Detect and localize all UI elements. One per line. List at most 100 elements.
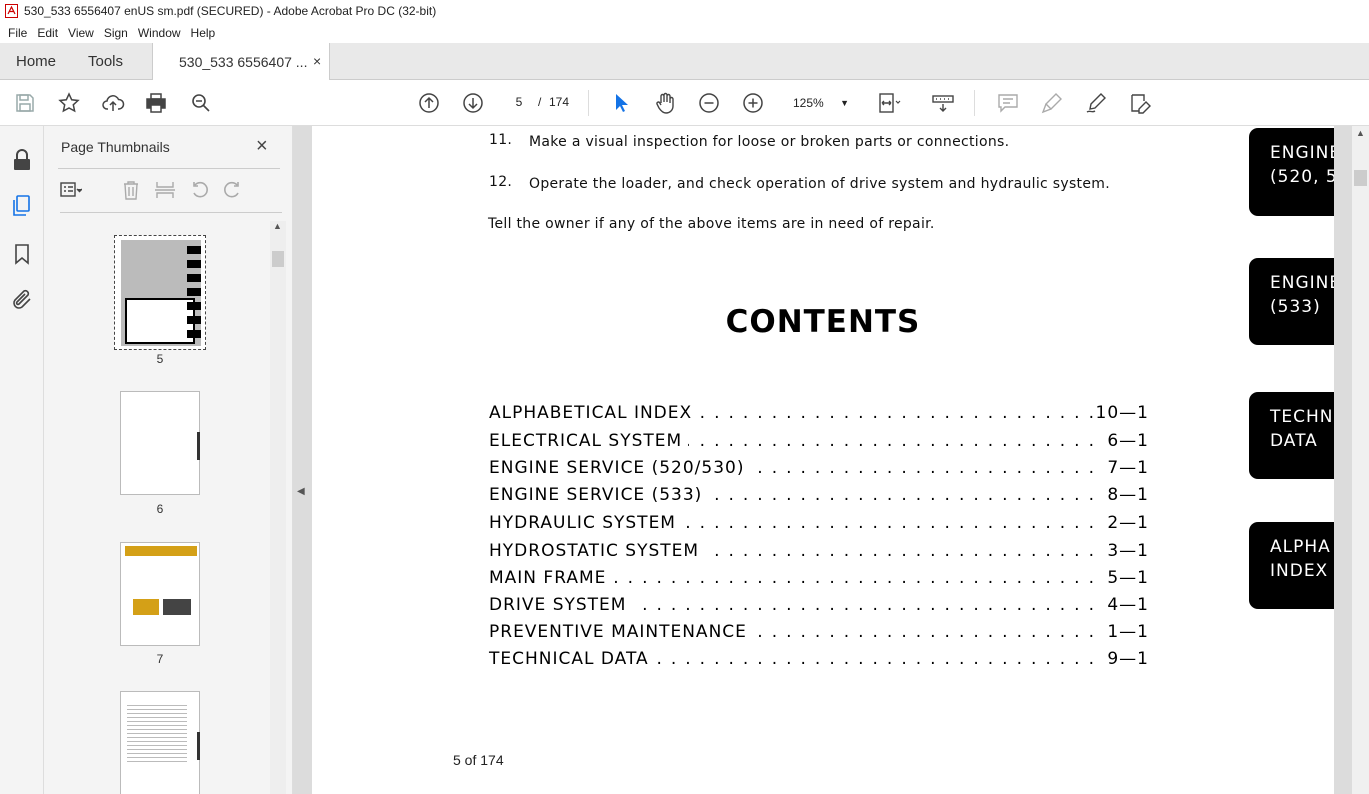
toc-row[interactable]: MAIN FRAME..............................… [489,568,1149,590]
thumbnails-panel: Page Thumbnails × ▲ 5 6 7 [44,126,293,794]
scroll-up-icon[interactable]: ▲ [273,221,282,231]
toc-title: MAIN FRAME [489,568,613,588]
save-icon[interactable] [13,91,37,115]
arrow-down-circle-icon[interactable] [461,91,485,115]
toc-title: ALPHABETICAL INDEX [489,403,699,423]
left-rail [0,126,44,794]
tab-tools[interactable]: Tools [88,53,123,70]
more-tools-icon[interactable] [1128,91,1152,115]
thumbnail-page-7[interactable] [120,542,200,646]
section-tab-technical-data[interactable]: TECHN DATA [1249,392,1334,479]
thumbnail-page-8[interactable] [120,691,200,794]
arrow-up-circle-icon[interactable] [417,91,441,115]
toc-title: PREVENTIVE MAINTENANCE [489,622,753,642]
zoom-out-icon[interactable] [697,91,721,115]
thumbnail-mark [187,330,201,338]
page-separator: / [538,95,542,109]
thumbnail-page-5[interactable] [114,235,206,350]
bookmark-star-icon[interactable] [57,91,81,115]
toc-page: 3—1 [1105,541,1149,561]
section-tab-engine-533[interactable]: ENGINE (533) [1249,258,1334,345]
trash-icon[interactable] [120,179,142,201]
menu-view[interactable]: View [63,26,99,40]
scrollbar-thumb[interactable] [1354,170,1367,186]
thumbnail-text-lines [127,702,187,762]
instruction-note: Tell the owner if any of the above items… [488,216,935,232]
thumbnail-page-6[interactable] [120,391,200,495]
insert-page-icon[interactable] [154,179,176,201]
section-tab-engine-520[interactable]: ENGINE (520, 53 [1249,128,1334,216]
menu-file[interactable]: File [3,26,32,40]
thumbnail-warning-box [133,599,159,615]
comment-icon[interactable] [996,91,1020,115]
toc-page: 10—1 [1093,403,1149,423]
hand-icon[interactable] [653,91,677,115]
chevron-down-icon: ▼ [840,98,849,108]
page-number-input[interactable]: 5 [505,91,533,113]
menu-help[interactable]: Help [186,26,221,40]
thumbnail-mark [197,732,200,760]
page-total: 174 [549,95,570,109]
toc-page: 7—1 [1105,458,1149,478]
section-tab-alphabetical-index[interactable]: ALPHA INDEX [1249,522,1334,609]
thumbnail-mark [187,260,201,268]
toc-row[interactable]: TECHNICAL DATA..........................… [489,649,1149,671]
lock-icon[interactable] [10,148,34,172]
tab-home[interactable]: Home [16,53,56,70]
tab-close-icon[interactable]: × [313,53,321,69]
tab-document[interactable]: 530_533 6556407 ... × [152,43,330,81]
toc-row[interactable]: HYDROSTATIC SYSTEM......................… [489,541,1149,563]
menu-sign[interactable]: Sign [99,26,133,40]
scroll-up-icon[interactable]: ▲ [1356,128,1365,138]
upload-share-icon[interactable] [101,91,125,115]
scrollbar-thumb[interactable] [272,251,284,267]
toc-title: ELECTRICAL SYSTEM [489,431,689,451]
select-cursor-icon[interactable] [609,91,633,115]
toolbar-divider [588,90,589,116]
document-scrollbar[interactable]: ▲ [1352,126,1369,794]
toc-title: ENGINE SERVICE (520/530) [489,458,751,478]
toc-row[interactable]: ELECTRICAL SYSTEM.......................… [489,431,1149,453]
zoom-search-icon[interactable] [189,91,213,115]
thumbnail-scrollbar[interactable]: ▲ [270,221,286,794]
page-fit-icon[interactable] [877,91,901,115]
toc-row[interactable]: DRIVE SYSTEM............................… [489,595,1149,617]
toc-row[interactable]: PREVENTIVE MAINTENANCE..................… [489,622,1149,644]
panel-divider [60,212,282,213]
menu-window[interactable]: Window [133,26,186,40]
thumbnail-warning-banner [125,546,197,556]
toc-row[interactable]: ENGINE SERVICE (520/530)................… [489,458,1149,480]
toc-row[interactable]: ALPHABETICAL INDEX......................… [489,403,1149,425]
rotate-left-icon[interactable] [188,179,210,201]
toolbar-divider [974,90,975,116]
toc-row[interactable]: HYDRAULIC SYSTEM........................… [489,513,1149,535]
highlight-icon[interactable] [1040,91,1064,115]
thumbnail-mark [187,316,201,324]
page-counter: 5 of 174 [453,752,504,768]
options-menu-icon[interactable] [60,179,82,201]
thumbnail-mark [187,288,201,296]
close-icon[interactable]: × [256,135,268,158]
toc-page: 8—1 [1105,485,1149,505]
print-icon[interactable] [144,91,168,115]
toc-row[interactable]: ENGINE SERVICE (533)....................… [489,485,1149,507]
attachment-icon[interactable] [10,288,34,312]
menu-edit[interactable]: Edit [32,26,63,40]
instruction-text: Make a visual inspection for loose or br… [529,134,1010,150]
zoom-in-icon[interactable] [741,91,765,115]
scroll-mode-icon[interactable] [931,91,955,115]
rotate-right-icon[interactable] [222,179,244,201]
instruction-number: 11. [489,132,513,148]
menu-bar: File Edit View Sign Window Help [0,22,1369,43]
bookmark-icon[interactable] [10,242,34,266]
zoom-value: 125% [793,96,824,110]
collapse-left-icon[interactable]: ◀ [297,486,305,497]
sign-icon[interactable] [1084,91,1108,115]
instruction-number: 12. [489,174,513,190]
pages-icon[interactable] [10,194,34,218]
acrobat-icon [5,4,18,18]
zoom-select[interactable]: 125% ▼ [785,91,855,115]
toc-page: 9—1 [1105,649,1149,669]
window-title: 530_533 6556407 enUS sm.pdf (SECURED) - … [24,4,437,18]
thumbnail-label: 5 [156,352,164,366]
